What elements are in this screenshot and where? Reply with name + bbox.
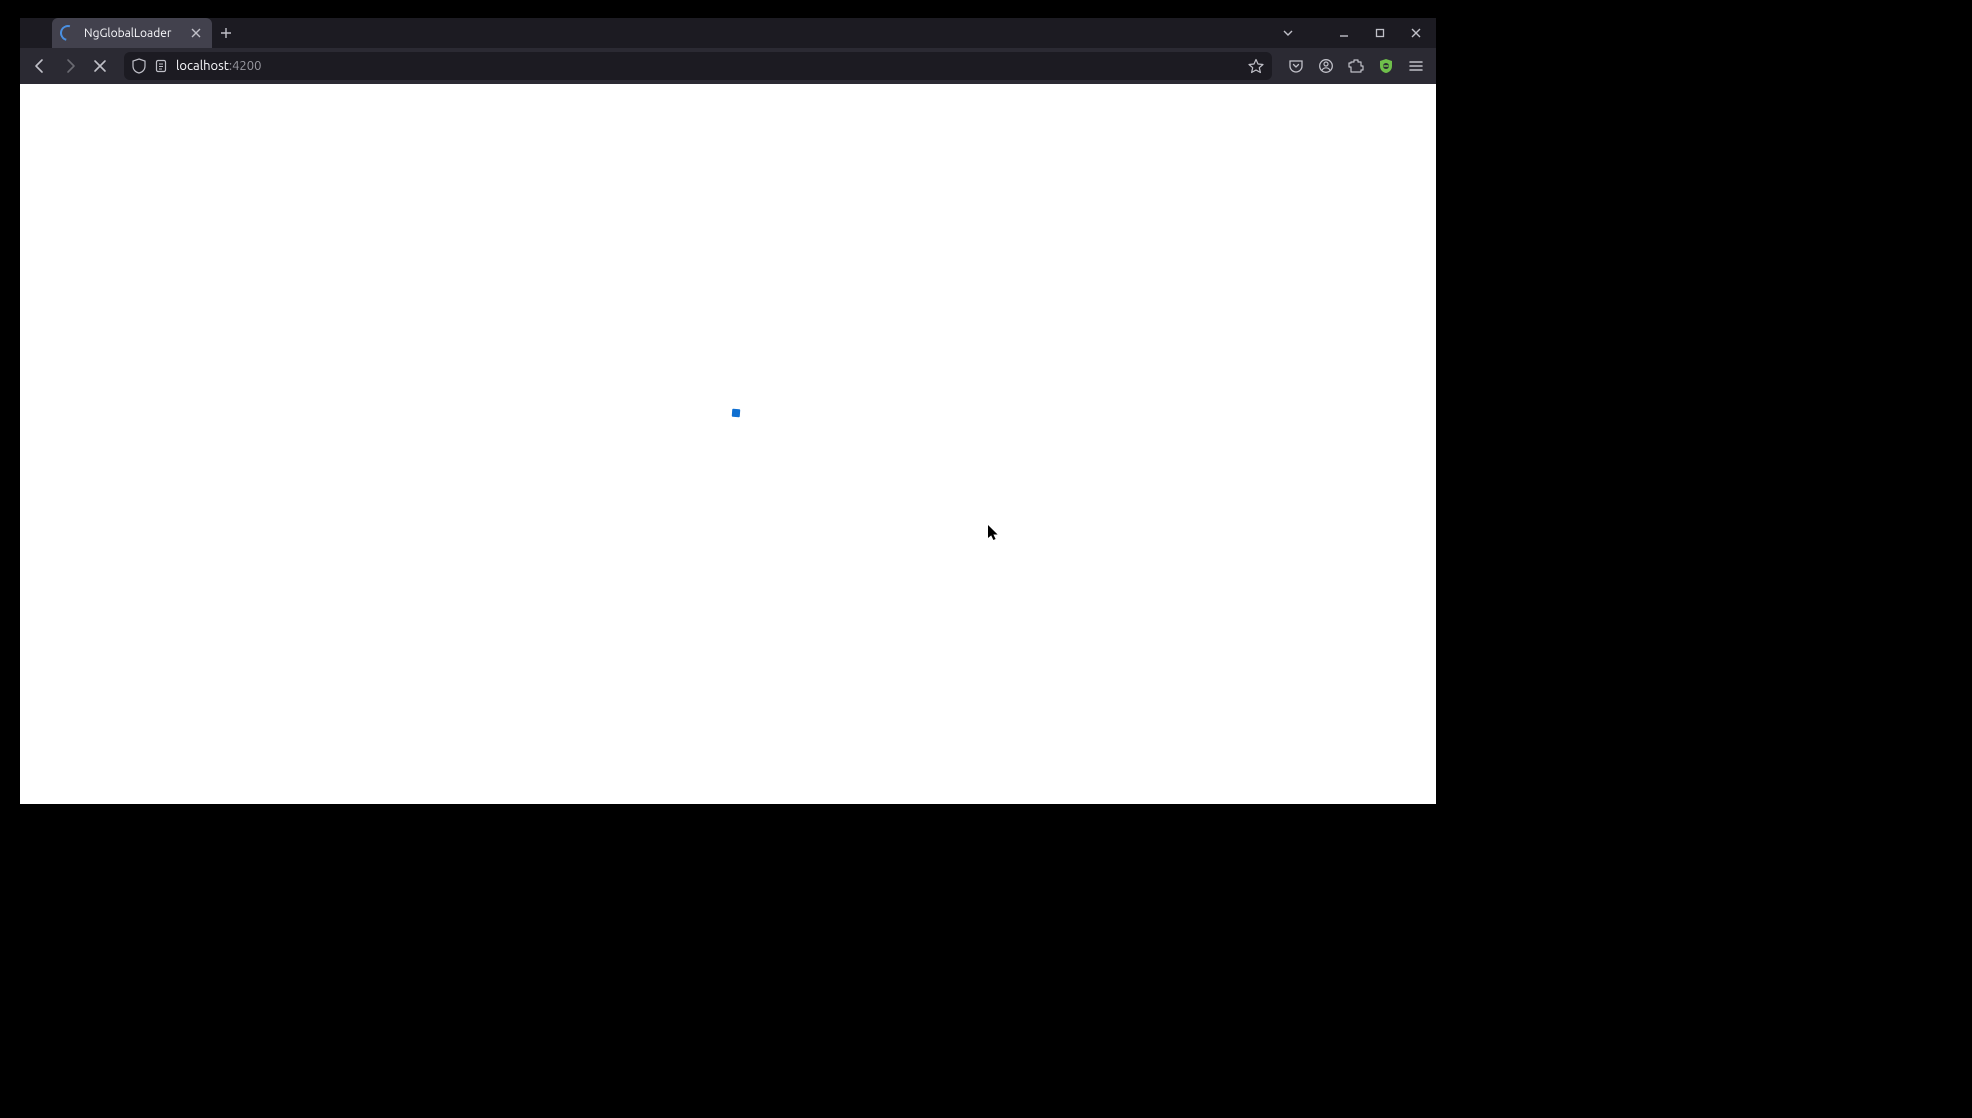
window-maximize-button[interactable] xyxy=(1366,19,1394,47)
site-information-icon[interactable] xyxy=(154,59,168,73)
navigation-toolbar: localhost:4200 xyxy=(20,48,1436,84)
url-host: localhost xyxy=(176,59,229,73)
tab-strip: NgGlobalLoader xyxy=(20,18,1436,48)
page-content xyxy=(20,84,1436,804)
tab-title: NgGlobalLoader xyxy=(84,27,180,40)
app-menu-button[interactable] xyxy=(1402,52,1430,80)
window-minimize-button[interactable] xyxy=(1330,19,1358,47)
bookmark-icon[interactable] xyxy=(1248,58,1264,74)
close-tab-button[interactable] xyxy=(188,25,204,41)
back-button[interactable] xyxy=(26,52,54,80)
url-port: :4200 xyxy=(229,59,262,73)
browser-window: NgGlobalLoader xyxy=(20,18,1436,804)
browser-tab[interactable]: NgGlobalLoader xyxy=(52,18,212,48)
url-text: localhost:4200 xyxy=(176,59,261,73)
address-bar[interactable]: localhost:4200 xyxy=(124,52,1272,80)
tracking-protection-icon[interactable] xyxy=(132,58,146,74)
list-all-tabs-button[interactable] xyxy=(1274,19,1302,47)
new-tab-button[interactable] xyxy=(212,18,240,48)
ublock-icon[interactable] xyxy=(1372,52,1400,80)
stop-loading-button[interactable] xyxy=(86,52,114,80)
forward-button[interactable] xyxy=(56,52,84,80)
loading-spinner-icon xyxy=(732,409,741,418)
extensions-button[interactable] xyxy=(1342,52,1370,80)
loading-favicon-icon xyxy=(60,25,76,41)
save-to-pocket-button[interactable] xyxy=(1282,52,1310,80)
window-close-button[interactable] xyxy=(1402,19,1430,47)
account-button[interactable] xyxy=(1312,52,1340,80)
tabstrip-right-controls xyxy=(1274,18,1430,48)
